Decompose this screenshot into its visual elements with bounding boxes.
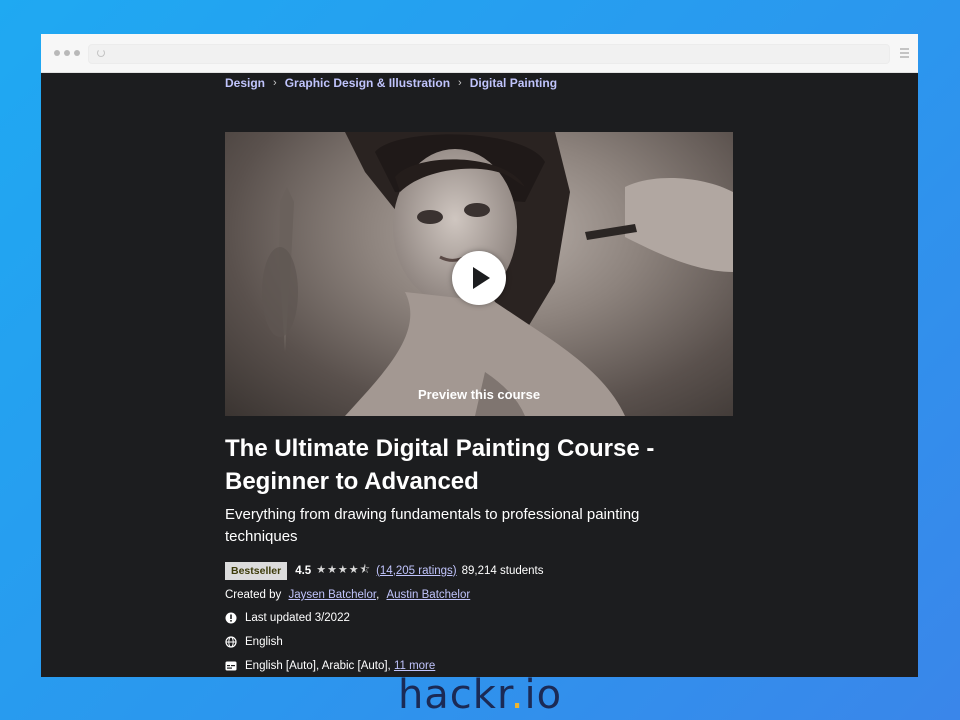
window-dot[interactable] — [74, 50, 80, 56]
course-preview-video[interactable]: Preview this course — [225, 132, 733, 416]
play-icon[interactable] — [452, 251, 506, 305]
course-subtitle-line-1: Everything from drawing fundamentals to … — [225, 506, 640, 523]
captions-text: English [Auto], Arabic [Auto], — [245, 660, 391, 672]
captions-more-link[interactable]: 11 more — [394, 660, 435, 672]
last-updated-text: Last updated 3/2022 — [245, 612, 350, 624]
breadcrumb-item-digital-painting[interactable]: Digital Painting — [470, 76, 557, 90]
instructor-link-2[interactable]: Austin Batchelor — [386, 589, 470, 601]
captions-icon — [225, 661, 237, 671]
students-count: 89,214 students — [461, 564, 544, 577]
bestseller-badge: Bestseller — [225, 561, 288, 580]
hackr-logo: hackr.io — [397, 672, 563, 718]
created-by: Created by Jaysen Batchelor, Austin Batc… — [225, 589, 471, 601]
menu-icon[interactable] — [900, 48, 909, 60]
window-dot[interactable] — [64, 50, 70, 56]
reload-icon[interactable] — [97, 49, 105, 57]
browser-chrome — [41, 34, 918, 73]
star-rating-icon: ★★★★⯪ — [316, 564, 372, 576]
course-title: The Ultimate Digital Painting Course - B… — [225, 432, 745, 498]
window-controls — [54, 50, 80, 56]
globe-icon — [225, 636, 237, 648]
address-bar[interactable] — [88, 44, 890, 64]
breadcrumb-item-design[interactable]: Design — [225, 76, 265, 90]
browser-window: Design › Graphic Design & Illustration ›… — [41, 34, 918, 677]
last-updated: Last updated 3/2022 — [225, 612, 350, 624]
course-title-line-1: The Ultimate Digital Painting Course - — [225, 435, 655, 462]
language-text: English — [245, 636, 283, 648]
breadcrumb: Design › Graphic Design & Illustration ›… — [225, 76, 557, 90]
rating-row: Bestseller 4.5 ★★★★⯪ (14,205 ratings) 89… — [225, 561, 543, 580]
chevron-right-icon: › — [273, 77, 277, 89]
course-captions: English [Auto], Arabic [Auto], 11 more — [225, 660, 435, 672]
rating-score: 4.5 — [295, 564, 312, 577]
chevron-right-icon: › — [458, 77, 462, 89]
course-subtitle-line-2: techniques — [225, 528, 298, 545]
created-by-label: Created by — [225, 589, 282, 601]
ratings-count-link[interactable]: (14,205 ratings) — [376, 565, 457, 577]
breadcrumb-item-graphic-design[interactable]: Graphic Design & Illustration — [285, 76, 450, 90]
alert-badge-icon — [225, 612, 237, 624]
window-dot[interactable] — [54, 50, 60, 56]
instructor-link-1[interactable]: Jaysen Batchelor — [288, 589, 376, 601]
preview-course-label[interactable]: Preview this course — [225, 387, 733, 402]
course-subtitle: Everything from drawing fundamentals to … — [225, 504, 745, 548]
course-title-line-2: Beginner to Advanced — [225, 468, 479, 495]
course-language: English — [225, 636, 283, 648]
